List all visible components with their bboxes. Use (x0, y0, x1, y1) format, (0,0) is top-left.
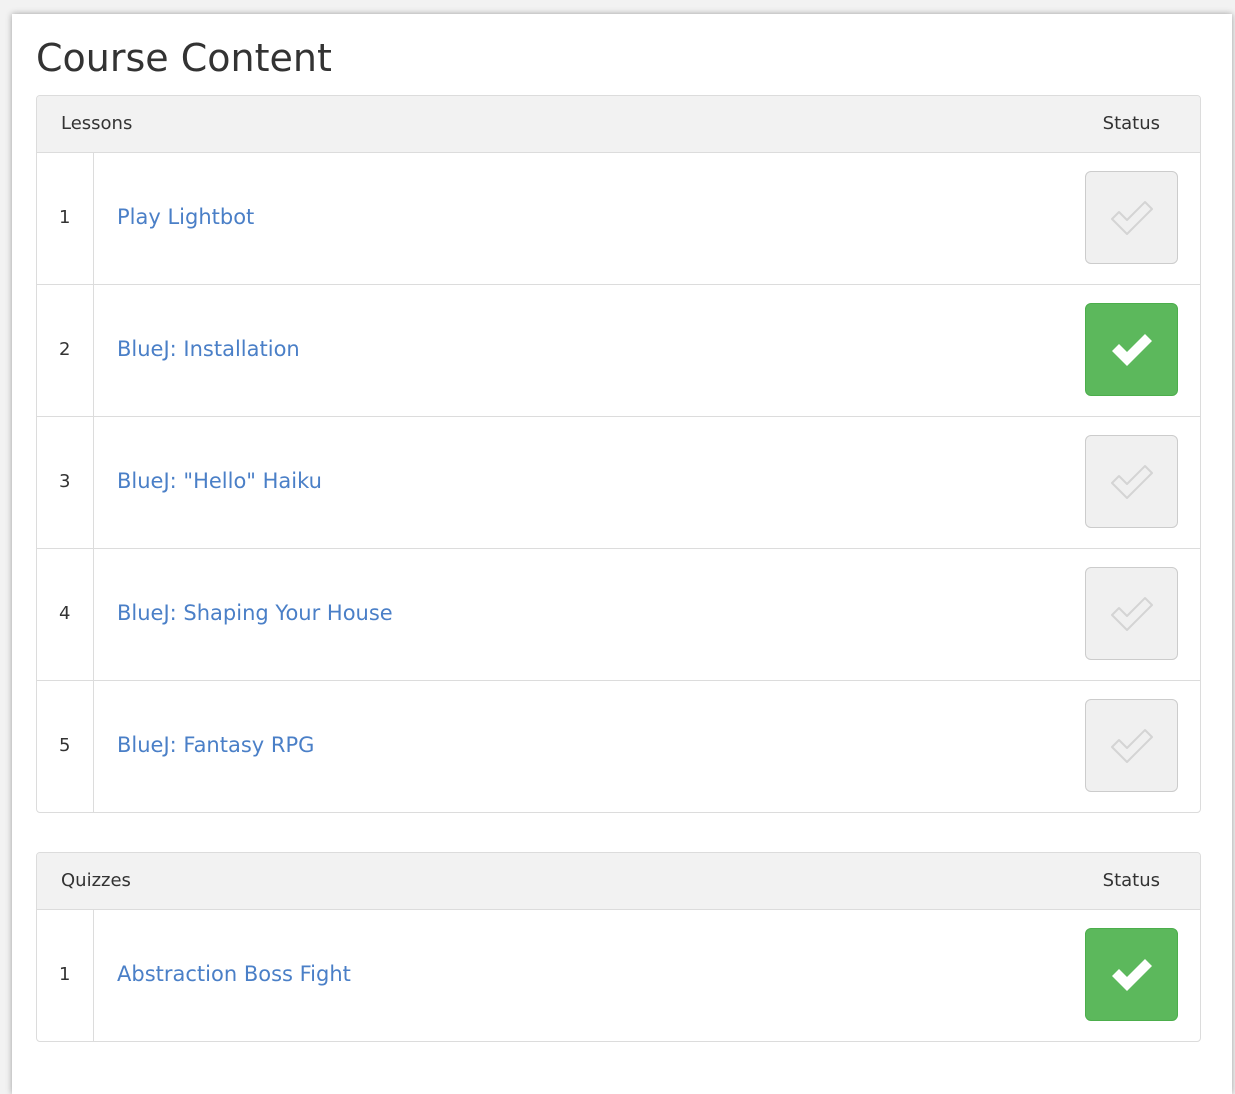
status-incomplete-button[interactable] (1085, 435, 1178, 528)
check-outline-icon (1110, 200, 1153, 235)
lesson-link[interactable]: BlueJ: Installation (117, 337, 300, 361)
quizzes-status-label: Status (1102, 870, 1160, 891)
status-complete-button[interactable] (1085, 303, 1178, 396)
lesson-number: 2 (59, 339, 71, 360)
lessons-list: 1 Play Lightbot 2 BlueJ: Installation 3 … (37, 153, 1200, 812)
check-outline-icon (1110, 596, 1153, 631)
check-icon (1111, 958, 1152, 991)
lesson-link[interactable]: BlueJ: "Hello" Haiku (117, 469, 322, 493)
course-content-card: Course Content Lessons Status 1 Play Lig… (12, 14, 1232, 1094)
lesson-row: 5 BlueJ: Fantasy RPG (37, 680, 1200, 812)
quiz-link[interactable]: Abstraction Boss Fight (117, 962, 351, 986)
lesson-number: 1 (59, 207, 71, 228)
lessons-panel: Lessons Status 1 Play Lightbot 2 BlueJ: … (36, 95, 1201, 813)
lesson-number-cell: 5 (37, 681, 94, 812)
quiz-row: 1 Abstraction Boss Fight (37, 910, 1200, 1041)
lesson-number-cell: 3 (37, 417, 94, 548)
lesson-row: 2 BlueJ: Installation (37, 284, 1200, 416)
lesson-number: 5 (59, 735, 71, 756)
lesson-number: 4 (59, 603, 71, 624)
status-incomplete-button[interactable] (1085, 171, 1178, 264)
status-complete-button[interactable] (1085, 928, 1178, 1021)
lesson-link[interactable]: BlueJ: Shaping Your House (117, 601, 393, 625)
lesson-number: 3 (59, 471, 71, 492)
quizzes-panel: Quizzes Status 1 Abstraction Boss Fight (36, 852, 1201, 1042)
lessons-header: Lessons Status (37, 96, 1200, 153)
lesson-row: 1 Play Lightbot (37, 153, 1200, 284)
page-title: Course Content (36, 36, 332, 80)
status-incomplete-button[interactable] (1085, 699, 1178, 792)
quiz-number: 1 (59, 964, 71, 985)
quizzes-header-label: Quizzes (61, 870, 131, 891)
check-outline-icon (1110, 728, 1153, 763)
lesson-row: 4 BlueJ: Shaping Your House (37, 548, 1200, 680)
check-icon (1111, 333, 1152, 366)
lesson-number-cell: 1 (37, 153, 94, 284)
lesson-link[interactable]: BlueJ: Fantasy RPG (117, 733, 314, 757)
lesson-link[interactable]: Play Lightbot (117, 205, 254, 229)
lessons-header-label: Lessons (61, 113, 133, 134)
quiz-number-cell: 1 (37, 910, 94, 1041)
lesson-number-cell: 2 (37, 285, 94, 416)
check-outline-icon (1110, 464, 1153, 499)
quizzes-list: 1 Abstraction Boss Fight (37, 910, 1200, 1041)
status-incomplete-button[interactable] (1085, 567, 1178, 660)
lesson-row: 3 BlueJ: "Hello" Haiku (37, 416, 1200, 548)
lessons-status-label: Status (1102, 113, 1160, 134)
lesson-number-cell: 4 (37, 549, 94, 680)
quizzes-header: Quizzes Status (37, 853, 1200, 910)
